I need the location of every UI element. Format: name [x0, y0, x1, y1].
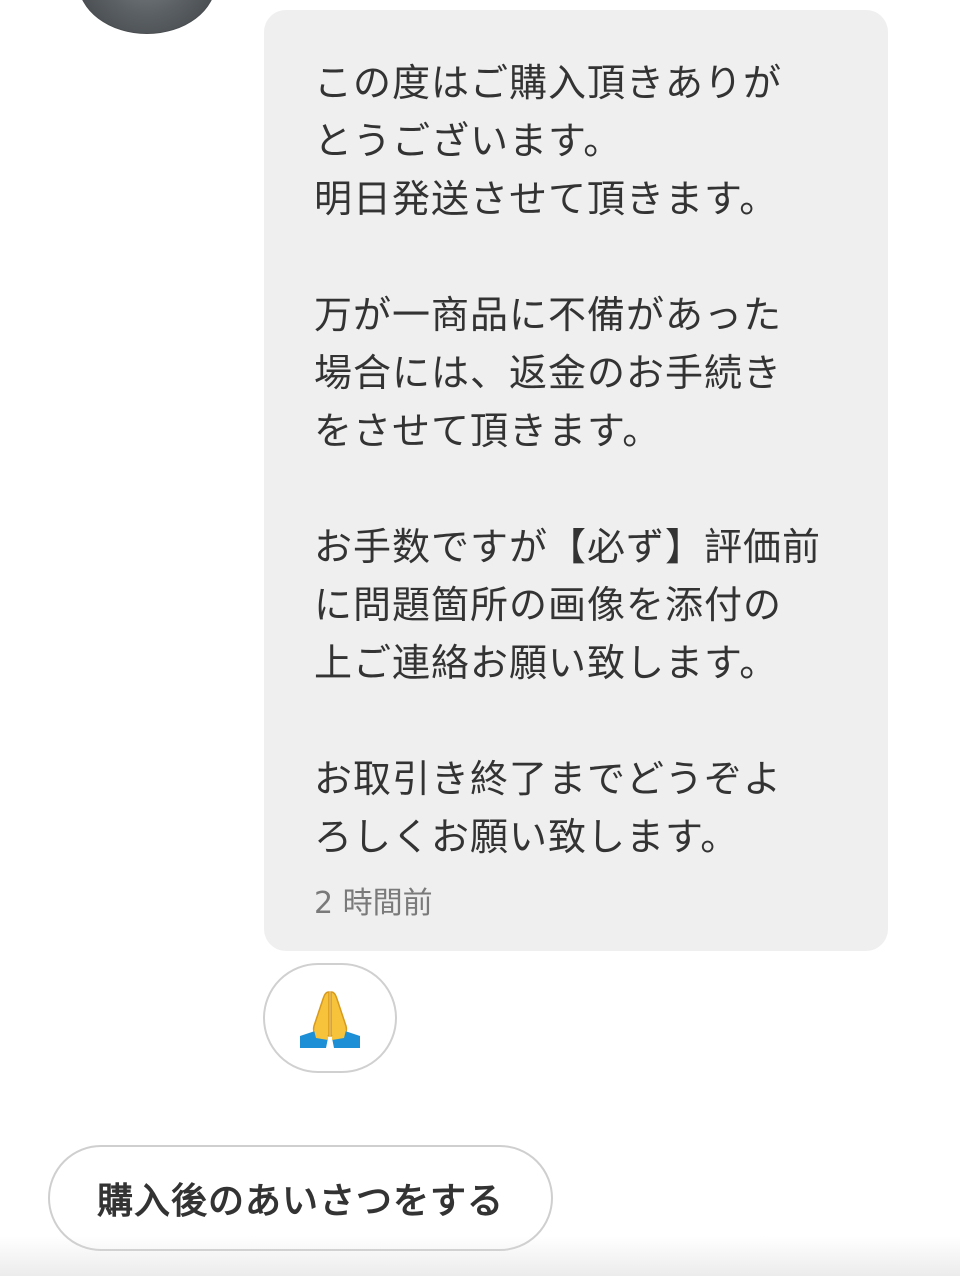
folded-hands-icon — [300, 991, 360, 1048]
message-paragraph: お手数ですが【必ず】評価前 に問題箇所の画像を添付の 上ご連絡お願い致します。 — [314, 518, 848, 692]
message-line: 場合には、返金のお手続き — [314, 351, 783, 395]
message-line: 万が一商品に不備があった — [314, 293, 783, 337]
message-paragraph: この度はご購入頂きありが とうございます。 明日発送させて頂きます。 — [314, 54, 848, 228]
message-timestamp: 2 時間前 — [314, 886, 433, 921]
message-line: ろしくお願い致します。 — [314, 815, 740, 859]
message-line: とうございます。 — [314, 119, 623, 163]
post-purchase-greeting-button[interactable]: 購入後のあいさつをする — [48, 1145, 553, 1251]
message-line: お取引き終了までどうぞよ — [314, 757, 783, 801]
message-bubble: この度はご購入頂きありが とうございます。 明日発送させて頂きます。 万が一商品… — [264, 10, 888, 951]
message-paragraph: お取引き終了までどうぞよ ろしくお願い致します。 — [314, 750, 848, 866]
message-line: この度はご購入頂きありが — [314, 61, 783, 105]
message-line: をさせて頂きます。 — [314, 409, 662, 453]
message-line: お手数ですが【必ず】評価前 — [314, 525, 822, 569]
message-line: に問題箇所の画像を添付の — [314, 583, 783, 627]
message-line: 上ご連絡お願い致します。 — [314, 641, 779, 685]
message-paragraph: 万が一商品に不備があった 場合には、返金のお手続き をさせて頂きます。 — [314, 286, 848, 460]
reaction-button[interactable] — [263, 963, 397, 1073]
message-line: 明日発送させて頂きます。 — [314, 177, 779, 221]
avatar[interactable] — [78, 0, 216, 34]
